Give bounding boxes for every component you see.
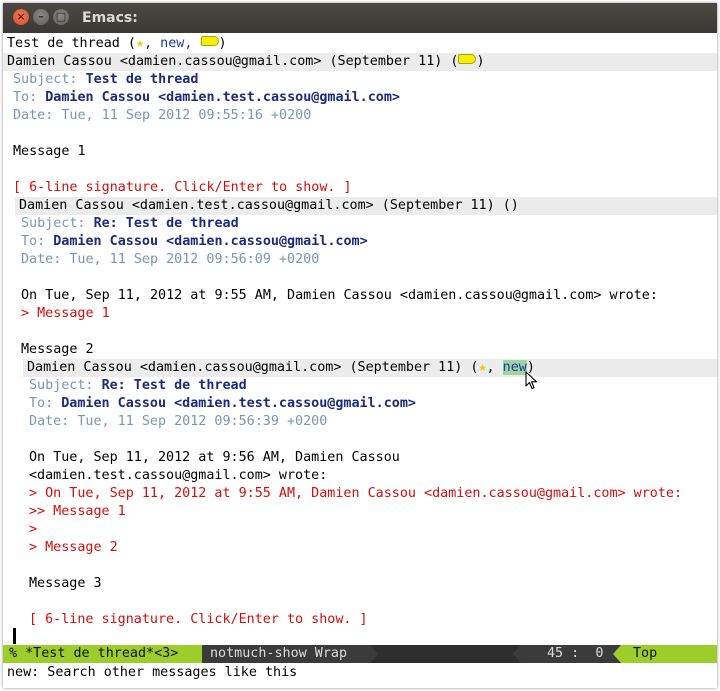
mode-line: % *Test de thread*<3> notmuch-show Wrap … <box>3 645 717 663</box>
message-date-short: (September 11) ( <box>349 360 479 375</box>
modeline-buffer-name: % *Test de thread*<3> <box>3 645 202 663</box>
message-from: Damien Cassou <damien.cassou@gmail.com> <box>27 360 342 375</box>
thread-title-line: Test de thread (★, new, ) <box>7 36 227 51</box>
message-date-short: (September 11) <box>329 54 443 69</box>
date-field: Date: Tue, 11 Sep 2012 09:56:39 +0200 <box>29 414 328 429</box>
message-body: Message 2 <box>21 342 94 357</box>
tag-label-icon <box>458 54 477 64</box>
quoted-line: > <box>29 522 38 537</box>
echo-area: new: Search other messages like this <box>7 665 298 680</box>
message-header[interactable]: Damien Cassou <damien.test.cassou@gmail.… <box>15 197 717 215</box>
to-field: To: Damien Cassou <damien.cassou@gmail.c… <box>21 234 368 249</box>
message-from: Damien Cassou <damien.test.cassou@gmail.… <box>19 198 374 213</box>
modeline-separator <box>513 645 521 663</box>
subject-field: Subject: Re: Test de thread <box>21 216 239 231</box>
quoted-line: > Message 1 <box>21 306 110 321</box>
minimize-button[interactable]: – <box>33 9 49 25</box>
message-body: Message 1 <box>13 144 86 159</box>
message-header[interactable]: Damien Cassou <damien.cassou@gmail.com> … <box>3 53 717 71</box>
text-cursor <box>13 628 16 644</box>
tag-label-icon <box>200 36 219 46</box>
window-title: Emacs: <box>82 10 138 26</box>
to-field: To: Damien Cassou <damien.test.cassou@gm… <box>29 396 416 411</box>
modeline-separator <box>613 645 621 663</box>
message-header[interactable]: Damien Cassou <damien.cassou@gmail.com> … <box>23 359 717 377</box>
star-icon: ★ <box>478 360 487 375</box>
tag-new-button[interactable]: new <box>502 360 527 375</box>
message-body: Message 3 <box>29 576 102 591</box>
close-button[interactable]: × <box>13 9 29 25</box>
quoted-line: >> Message 1 <box>29 504 126 519</box>
quoted-line: > On Tue, Sep 11, 2012 at 9:55 AM, Damie… <box>29 486 683 501</box>
signature-button[interactable]: [ 6-line signature. Click/Enter to show.… <box>13 179 352 197</box>
quote-intro: On Tue, Sep 11, 2012 at 9:56 AM, Damien … <box>29 450 400 465</box>
mouse-pointer-icon <box>525 371 538 390</box>
modeline-mode: notmuch-show Wrap <box>202 645 370 663</box>
title-bar: × – □ Emacs: <box>3 3 717 33</box>
emacs-window: × – □ Emacs: Test de thread (★, new, ) D… <box>3 3 717 688</box>
quoted-line: > Message 2 <box>29 540 118 555</box>
modeline-scroll: Top <box>621 645 717 663</box>
subject-field: Subject: Re: Test de thread <box>29 378 247 393</box>
modeline-separator <box>370 645 378 663</box>
quote-intro: On Tue, Sep 11, 2012 at 9:55 AM, Damien … <box>21 288 658 303</box>
message-from: Damien Cassou <damien.cassou@gmail.com> <box>7 54 322 69</box>
subject-field: Subject: Test de thread <box>13 72 199 87</box>
quote-intro: <damien.test.cassou@gmail.com> wrote: <box>29 468 328 483</box>
thread-title: Test de thread <box>7 36 120 51</box>
maximize-button[interactable]: □ <box>53 9 69 25</box>
date-field: Date: Tue, 11 Sep 2012 09:55:16 +0200 <box>13 108 312 123</box>
modeline-position: 45 : 0 <box>521 645 621 663</box>
date-field: Date: Tue, 11 Sep 2012 09:56:09 +0200 <box>21 252 320 267</box>
to-field: To: Damien Cassou <damien.test.cassou@gm… <box>13 90 400 105</box>
signature-button[interactable]: [ 6-line signature. Click/Enter to show.… <box>29 611 368 629</box>
star-icon: ★ <box>136 36 145 51</box>
message-date-short: (September 11) () <box>381 198 519 213</box>
